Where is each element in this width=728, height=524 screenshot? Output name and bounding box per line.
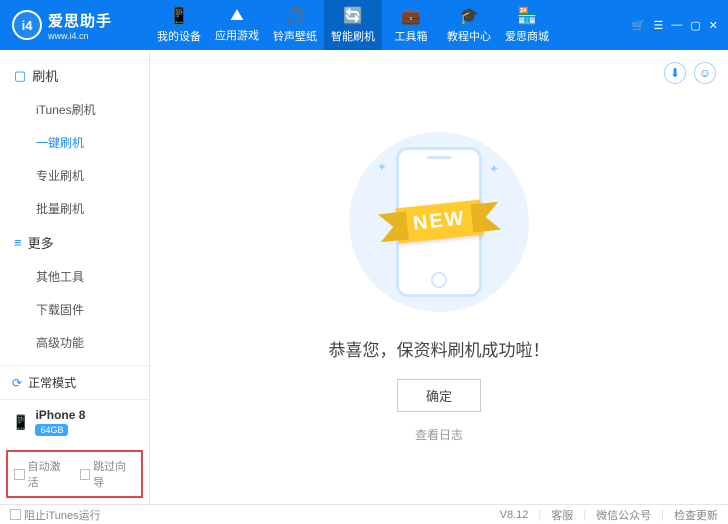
sidebar-item-1-1[interactable]: 下载固件 [0,293,149,326]
nav-label: 智能刷机 [331,28,375,44]
logo-icon: i4 [12,10,42,40]
sidebar-section-1: ≡ 更多 [0,225,149,260]
section-icon: ≡ [14,235,22,250]
top-nav-item-4[interactable]: 💼 工具箱 [382,0,440,50]
sidebar-item-0-3[interactable]: 批量刷机 [0,192,149,225]
top-nav-item-3[interactable]: 🔄 智能刷机 [324,0,382,50]
check-1[interactable]: 跳过向导 [80,458,136,490]
device-name: iPhone 8 [35,408,85,422]
hero-illustration: NEW [349,132,529,312]
cart-icon[interactable]: 🛒 [632,19,646,32]
status-label: 正常模式 [28,374,76,391]
window-controls: 🛒 ☰ — ▢ ✕ [632,19,718,32]
footer-right: V8.12 | 客服 | 微信公众号 | 检查更新 [500,507,718,523]
nav-label: 铃声壁纸 [273,28,317,44]
sidebar-checks-highlighted: 自动激活跳过向导 [6,450,143,498]
maximize-icon[interactable]: ▢ [690,19,700,32]
download-button[interactable]: ⬇ [664,62,686,84]
footer-link-wechat[interactable]: 微信公众号 [596,507,651,523]
section-title: 更多 [28,233,54,252]
main-top-right: ⬇ ☺ [664,62,716,84]
user-button[interactable]: ☺ [694,62,716,84]
app-header: i4 爱思助手 www.i4.cn 📱 我的设备 ⛰ 应用游戏 🎵 铃声壁纸 🔄 智能刷机 💼 工… [0,0,728,50]
device-storage-badge: 64GB [35,424,68,436]
close-icon[interactable]: ✕ [709,19,718,32]
nav-icon: 💼 [401,6,421,26]
header-right: 🛒 ☰ — ▢ ✕ [632,19,728,32]
settings-icon[interactable]: ☰ [654,19,664,32]
device-icon: 📱 [12,414,29,431]
sidebar-scroll: ▢ 刷机 iTunes刷机一键刷机专业刷机批量刷机 ≡ 更多其他工具下载固件高级功能 [0,50,149,365]
status-icon: ⟳ [12,376,22,390]
nav-label: 教程中心 [447,28,491,44]
section-icon: ▢ [14,68,26,84]
top-nav-item-0[interactable]: 📱 我的设备 [150,0,208,50]
nav-icon: ⛰ [230,7,243,25]
ok-button[interactable]: 确定 [397,379,481,412]
footer-link-support[interactable]: 客服 [551,507,573,523]
app-name: 爱思助手 [48,10,112,31]
view-log-link[interactable]: 查看日志 [415,426,463,443]
nav-icon: 🎓 [459,6,479,26]
sidebar-item-0-0[interactable]: iTunes刷机 [0,93,149,126]
nav-icon: 🎵 [285,6,305,26]
main-content: ⬇ ☺ NEW 恭喜您，保资料刷机成功啦！ 确定 查看日志 [150,50,728,504]
footer: 阻止iTunes运行 V8.12 | 客服 | 微信公众号 | 检查更新 [0,504,728,524]
footer-left: 阻止iTunes运行 [10,507,101,523]
app-url: www.i4.cn [48,31,112,41]
section-title: 刷机 [32,66,58,85]
sidebar: ▢ 刷机 iTunes刷机一键刷机专业刷机批量刷机 ≡ 更多其他工具下载固件高级功能 ⟳… [0,50,150,504]
version-label: V8.12 [500,509,529,521]
sidebar-status[interactable]: ⟳ 正常模式 [0,365,149,399]
top-nav-item-6[interactable]: 🏪 爱思商城 [498,0,556,50]
top-nav-item-1[interactable]: ⛰ 应用游戏 [208,0,266,50]
nav-icon: 📱 [169,6,189,26]
sidebar-item-1-2[interactable]: 高级功能 [0,326,149,359]
sidebar-device[interactable]: 📱 iPhone 8 64GB [0,399,149,444]
top-nav-item-2[interactable]: 🎵 铃声壁纸 [266,0,324,50]
nav-label: 爱思商城 [505,28,549,44]
logo-area: i4 爱思助手 www.i4.cn [0,10,150,41]
sidebar-section-0: ▢ 刷机 [0,58,149,93]
footer-link-update[interactable]: 检查更新 [674,507,718,523]
sidebar-item-0-1[interactable]: 一键刷机 [0,126,149,159]
check-0[interactable]: 自动激活 [14,458,70,490]
block-itunes-checkbox[interactable]: 阻止iTunes运行 [10,507,101,523]
nav-label: 工具箱 [395,28,428,44]
success-message: 恭喜您，保资料刷机成功啦！ [329,336,550,361]
logo-text: 爱思助手 www.i4.cn [48,10,112,41]
top-nav-item-5[interactable]: 🎓 教程中心 [440,0,498,50]
nav-label: 应用游戏 [215,27,259,43]
nav-label: 我的设备 [157,28,201,44]
nav-icon: 🔄 [343,6,363,26]
sidebar-item-1-0[interactable]: 其他工具 [0,260,149,293]
nav-icon: 🏪 [517,6,537,26]
checkbox-icon [80,469,91,480]
body-area: ▢ 刷机 iTunes刷机一键刷机专业刷机批量刷机 ≡ 更多其他工具下载固件高级功能 ⟳… [0,50,728,504]
top-nav: 📱 我的设备 ⛰ 应用游戏 🎵 铃声壁纸 🔄 智能刷机 💼 工具箱 🎓 教程中心 🏪 爱思商城 [150,0,632,50]
checkbox-icon [14,469,25,480]
minimize-icon[interactable]: — [671,19,682,32]
sidebar-item-0-2[interactable]: 专业刷机 [0,159,149,192]
